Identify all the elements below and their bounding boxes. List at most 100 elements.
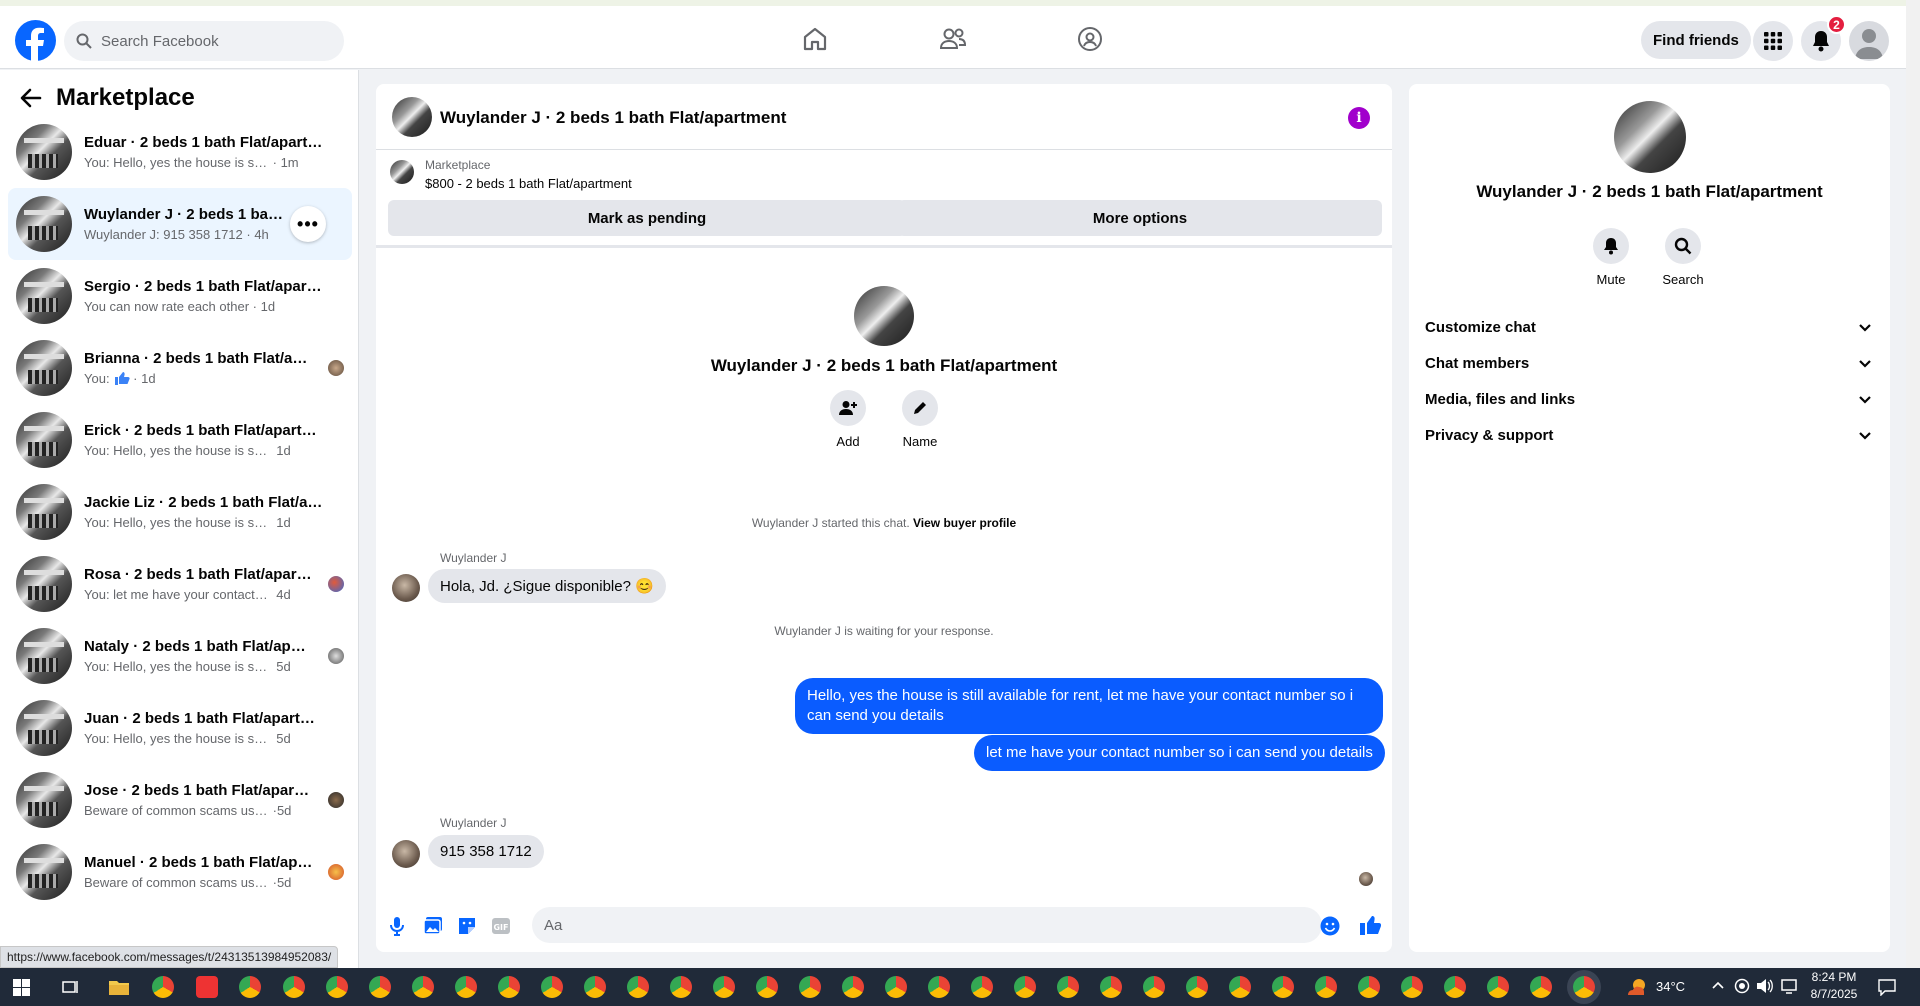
chat-header-thumbnail[interactable] xyxy=(392,97,432,137)
location-icon[interactable] xyxy=(1734,978,1750,994)
back-arrow-icon[interactable] xyxy=(20,88,42,108)
volume-icon[interactable] xyxy=(1756,978,1774,994)
chrome-icon[interactable] xyxy=(584,976,606,998)
chrome-icon[interactable] xyxy=(239,976,261,998)
listing-thumbnail xyxy=(16,772,72,828)
weather-icon[interactable] xyxy=(1626,977,1648,997)
info-icon[interactable]: i xyxy=(1348,107,1370,129)
account-avatar[interactable] xyxy=(1849,21,1889,61)
network-icon[interactable] xyxy=(1781,978,1799,994)
photo-icon[interactable] xyxy=(423,916,443,936)
chrome-icon[interactable] xyxy=(756,976,778,998)
emoji-icon[interactable] xyxy=(1320,916,1340,936)
find-friends-button[interactable]: Find friends xyxy=(1641,21,1751,59)
incoming-message[interactable]: 915 358 1712 xyxy=(428,835,544,868)
sender-avatar[interactable] xyxy=(392,574,420,602)
chrome-icon[interactable] xyxy=(541,976,563,998)
microphone-icon[interactable] xyxy=(390,916,404,936)
more-options-label: More options xyxy=(1092,209,1188,227)
more-options-button[interactable]: More options xyxy=(898,200,1382,236)
conversation-item-active[interactable]: Wuylander J · 2 beds 1 bath Flat/apartme… xyxy=(8,188,352,260)
chrome-icon[interactable] xyxy=(412,976,434,998)
conversation-item[interactable]: Jackie Liz · 2 beds 1 bath Flat/apartmen… xyxy=(8,476,352,548)
chat-members-row[interactable]: Chat members xyxy=(1425,345,1874,381)
chrome-icon[interactable] xyxy=(1272,976,1294,998)
conversation-item[interactable]: Manuel · 2 beds 1 bath Flat/apartment Be… xyxy=(8,836,352,908)
chrome-icon-active[interactable] xyxy=(1573,976,1595,998)
chrome-icon[interactable] xyxy=(627,976,649,998)
notification-center-icon[interactable] xyxy=(1878,978,1896,996)
chrome-icon[interactable] xyxy=(283,976,305,998)
app-icon[interactable] xyxy=(196,976,218,998)
conversation-item[interactable]: Sergio · 2 beds 1 bath Flat/apartment Yo… xyxy=(8,260,352,332)
chrome-icon[interactable] xyxy=(1143,976,1165,998)
privacy-support-row[interactable]: Privacy & support xyxy=(1425,417,1874,453)
chrome-icon[interactable] xyxy=(326,976,348,998)
groups-icon[interactable] xyxy=(1077,26,1103,52)
conversation-item[interactable]: Nataly · 2 beds 1 bath Flat/apartment Yo… xyxy=(8,620,352,692)
view-buyer-profile-link[interactable]: View buyer profile xyxy=(913,516,1016,530)
facebook-logo[interactable] xyxy=(15,20,56,61)
thumbs-up-icon xyxy=(114,371,130,386)
seen-avatar xyxy=(328,864,344,880)
chrome-icon[interactable] xyxy=(152,976,174,998)
chrome-icon[interactable] xyxy=(713,976,735,998)
chrome-icon[interactable] xyxy=(1401,976,1423,998)
windows-start-icon[interactable] xyxy=(13,979,30,996)
search-input[interactable]: Search Facebook xyxy=(64,21,344,61)
gif-icon[interactable]: GIF xyxy=(491,917,511,935)
mute-button[interactable]: Mute xyxy=(1581,228,1641,287)
conversation-item[interactable]: Jose · 2 beds 1 bath Flat/apartment Bewa… xyxy=(8,764,352,836)
search-in-chat-button[interactable]: Search xyxy=(1653,228,1713,287)
message-input[interactable]: Aa xyxy=(532,907,1322,943)
chrome-icon[interactable] xyxy=(1487,976,1509,998)
chrome-icon[interactable] xyxy=(1186,976,1208,998)
conversation-item[interactable]: Rosa · 2 beds 1 bath Flat/apartment You:… xyxy=(8,548,352,620)
chrome-icon[interactable] xyxy=(455,976,477,998)
chrome-icon[interactable] xyxy=(1358,976,1380,998)
chrome-icon[interactable] xyxy=(1444,976,1466,998)
chrome-icon[interactable] xyxy=(1315,976,1337,998)
details-profile-photo[interactable] xyxy=(1614,101,1686,173)
chrome-icon[interactable] xyxy=(928,976,950,998)
chrome-icon[interactable] xyxy=(1057,976,1079,998)
chat-title[interactable]: Wuylander J · 2 beds 1 bath Flat/apartme… xyxy=(440,108,786,128)
chrome-icon[interactable] xyxy=(1014,976,1036,998)
conversation-item[interactable]: Juan · 2 beds 1 bath Flat/apartment You:… xyxy=(8,692,352,764)
conversation-item[interactable]: Erick · 2 beds 1 bath Flat/apartment You… xyxy=(8,404,352,476)
chrome-icon[interactable] xyxy=(885,976,907,998)
media-files-links-row[interactable]: Media, files and links xyxy=(1425,381,1874,417)
chrome-icon[interactable] xyxy=(1100,976,1122,998)
message-sender: Wuylander J xyxy=(440,551,507,565)
incoming-message[interactable]: Hola, Jd. ¿Sigue disponible? 😊 xyxy=(428,569,666,603)
menu-grid-button[interactable] xyxy=(1753,21,1793,61)
chrome-icon[interactable] xyxy=(799,976,821,998)
chrome-icon[interactable] xyxy=(971,976,993,998)
task-view-icon[interactable] xyxy=(62,979,80,995)
chrome-icon[interactable] xyxy=(842,976,864,998)
sender-avatar[interactable] xyxy=(392,840,420,868)
outgoing-message[interactable]: Hello, yes the house is still available … xyxy=(795,678,1383,734)
tray-chevron-up-icon[interactable] xyxy=(1711,980,1725,990)
customize-chat-row[interactable]: Customize chat xyxy=(1425,309,1874,345)
more-options-icon[interactable]: ••• xyxy=(290,206,326,242)
edit-name-button[interactable]: Name xyxy=(902,390,938,449)
conversation-item[interactable]: Brianna · 2 beds 1 bath Flat/apartment Y… xyxy=(8,332,352,404)
page-scrollbar[interactable] xyxy=(1906,0,1920,968)
outgoing-message[interactable]: let me have your contact number so i can… xyxy=(974,735,1385,771)
add-people-button[interactable]: Add xyxy=(830,390,866,449)
friends-icon[interactable] xyxy=(939,26,967,52)
sticker-icon[interactable] xyxy=(457,916,477,936)
clock[interactable]: 8:24 PM 8/7/2025 xyxy=(1807,970,1861,1001)
home-icon[interactable] xyxy=(802,26,828,52)
conversation-item[interactable]: Eduar · 2 beds 1 bath Flat/apartment You… xyxy=(8,116,352,188)
mark-pending-button[interactable]: Mark as pending xyxy=(388,200,906,236)
chrome-icon[interactable] xyxy=(498,976,520,998)
chrome-icon[interactable] xyxy=(369,976,391,998)
chrome-icon[interactable] xyxy=(670,976,692,998)
chrome-icon[interactable] xyxy=(1530,976,1552,998)
chrome-icon[interactable] xyxy=(1229,976,1251,998)
file-explorer-icon[interactable] xyxy=(108,978,130,996)
like-thumb-icon[interactable] xyxy=(1359,914,1381,936)
chat-profile-photo[interactable] xyxy=(854,286,914,346)
